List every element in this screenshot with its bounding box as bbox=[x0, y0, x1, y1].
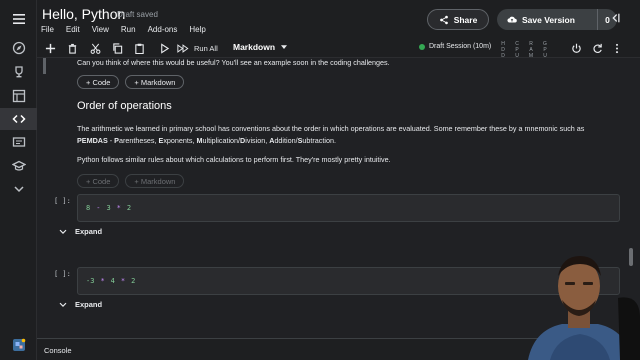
add-cell-icon[interactable] bbox=[45, 41, 56, 55]
code-token-number: 2 bbox=[131, 277, 136, 285]
cell-type-select[interactable]: Markdown bbox=[233, 42, 288, 52]
restart-icon[interactable] bbox=[592, 41, 603, 55]
cell-selection-strip bbox=[43, 58, 46, 74]
expand-output-button[interactable]: Expand bbox=[59, 300, 102, 309]
add-code-button[interactable]: + Code bbox=[77, 75, 120, 89]
learn-icon[interactable] bbox=[0, 155, 37, 177]
pemdas-word: ultiplication bbox=[202, 136, 239, 145]
save-version-label: Save Version bbox=[522, 14, 575, 25]
run-cell-icon[interactable] bbox=[159, 41, 170, 55]
cloud-upload-icon bbox=[507, 16, 517, 22]
menu-edit[interactable]: Edit bbox=[66, 25, 80, 34]
share-icon bbox=[439, 15, 448, 24]
copy-icon[interactable] bbox=[112, 41, 123, 55]
add-cell-row-dim: + Code + Markdown bbox=[77, 174, 185, 188]
notebook-toolbar: Run All Markdown Draft Session (10m) H D… bbox=[37, 38, 640, 59]
user-avatar-icon[interactable] bbox=[0, 334, 37, 356]
add-markdown-button[interactable]: + Markdown bbox=[125, 174, 185, 188]
session-status[interactable]: Draft Session (10m) bbox=[419, 43, 491, 50]
share-button[interactable]: Share bbox=[427, 9, 489, 30]
pemdas-word: ubtraction bbox=[302, 136, 334, 145]
expand-label: Expand bbox=[75, 300, 103, 309]
left-nav-rail bbox=[0, 0, 37, 360]
pemdas-word: ivision bbox=[245, 136, 266, 145]
cell-prompt: [ ]: bbox=[54, 197, 71, 205]
code-cell[interactable]: 8 - 3 * 2 bbox=[77, 194, 620, 222]
cell-type-value: Markdown bbox=[233, 42, 276, 52]
menu-view[interactable]: View bbox=[92, 25, 109, 34]
expand-label: Expand bbox=[75, 227, 103, 236]
hamburger-menu-icon[interactable] bbox=[0, 8, 37, 30]
menu-run[interactable]: Run bbox=[121, 25, 136, 34]
section-heading: Order of operations bbox=[77, 100, 172, 112]
code-token-operator: * bbox=[116, 204, 121, 212]
notebook-header: Hello, Python Draft saved File Edit View… bbox=[37, 0, 640, 40]
presenter-webcam-image bbox=[520, 238, 640, 360]
code-token-number: -3 bbox=[86, 277, 95, 285]
caret-down-icon bbox=[281, 44, 288, 49]
chevron-down-icon[interactable] bbox=[0, 178, 37, 200]
paste-icon[interactable] bbox=[134, 41, 145, 55]
pemdas-acronym: PEMDAS bbox=[77, 136, 108, 145]
order-paragraph: The arithmetic we learned in primary sch… bbox=[77, 124, 585, 133]
pemdas-word: ddition bbox=[274, 136, 296, 145]
code-token-operator: - bbox=[96, 204, 101, 212]
code-token-operator: * bbox=[100, 277, 105, 285]
intro-text: Can you think of where this would be use… bbox=[77, 58, 390, 67]
expand-output-button[interactable]: Expand bbox=[59, 227, 102, 236]
add-markdown-button[interactable]: + Markdown bbox=[125, 75, 185, 89]
python-rules-paragraph: Python follows similar rules about which… bbox=[77, 155, 391, 164]
pemdas-word: xponents bbox=[163, 136, 193, 145]
console-label: Console bbox=[44, 346, 72, 355]
code-token-number: 8 bbox=[86, 204, 91, 212]
compass-icon[interactable] bbox=[0, 37, 37, 59]
collapse-panel-icon[interactable] bbox=[609, 12, 623, 27]
menu-file[interactable]: File bbox=[41, 25, 54, 34]
chevron-down-icon bbox=[59, 302, 67, 307]
run-all-button[interactable]: Run All bbox=[177, 41, 218, 55]
save-version-button[interactable]: Save Version 0 bbox=[497, 9, 617, 30]
chevron-down-icon bbox=[59, 229, 67, 234]
delete-icon[interactable] bbox=[67, 41, 78, 55]
run-all-label: Run All bbox=[194, 43, 218, 53]
cut-icon[interactable] bbox=[90, 41, 101, 55]
ram-meter: R A M bbox=[528, 41, 534, 59]
draft-status: Draft saved bbox=[117, 10, 158, 19]
code-token-operator: * bbox=[120, 277, 126, 285]
cell-prompt: [ ]: bbox=[54, 270, 71, 278]
code-token-number: 3 bbox=[106, 204, 111, 212]
add-cell-row: + Code + Markdown bbox=[77, 75, 185, 89]
menu-add-ons[interactable]: Add-ons bbox=[148, 25, 178, 34]
share-label: Share bbox=[453, 14, 478, 25]
code-token-number: 4 bbox=[110, 277, 115, 285]
session-status-dot bbox=[419, 43, 425, 50]
fast-forward-icon bbox=[177, 43, 189, 53]
more-vert-icon[interactable] bbox=[615, 41, 619, 55]
pemdas-line: PEMDAS - Parentheses, Exponents, Multipl… bbox=[77, 136, 336, 145]
menu-bar: File Edit View Run Add-ons Help bbox=[41, 25, 206, 34]
pemdas-word: arentheses bbox=[118, 136, 155, 145]
notebook-title[interactable]: Hello, Python bbox=[42, 6, 125, 22]
code-token-number: 2 bbox=[126, 204, 132, 212]
notebook-app: Hello, Python Draft saved File Edit View… bbox=[0, 0, 640, 360]
table-icon[interactable] bbox=[0, 85, 37, 107]
session-label: Draft Session (10m) bbox=[429, 43, 492, 50]
power-icon[interactable] bbox=[571, 41, 582, 55]
add-code-button[interactable]: + Code bbox=[77, 174, 120, 188]
hdd-meter: H D D bbox=[501, 41, 505, 59]
gpu-meter: G P U bbox=[543, 41, 547, 59]
cpu-meter: C P U bbox=[515, 41, 519, 59]
menu-help[interactable]: Help bbox=[189, 25, 205, 34]
code-icon[interactable] bbox=[0, 108, 37, 130]
trophy-icon[interactable] bbox=[0, 61, 37, 83]
discussion-icon[interactable] bbox=[0, 132, 37, 154]
